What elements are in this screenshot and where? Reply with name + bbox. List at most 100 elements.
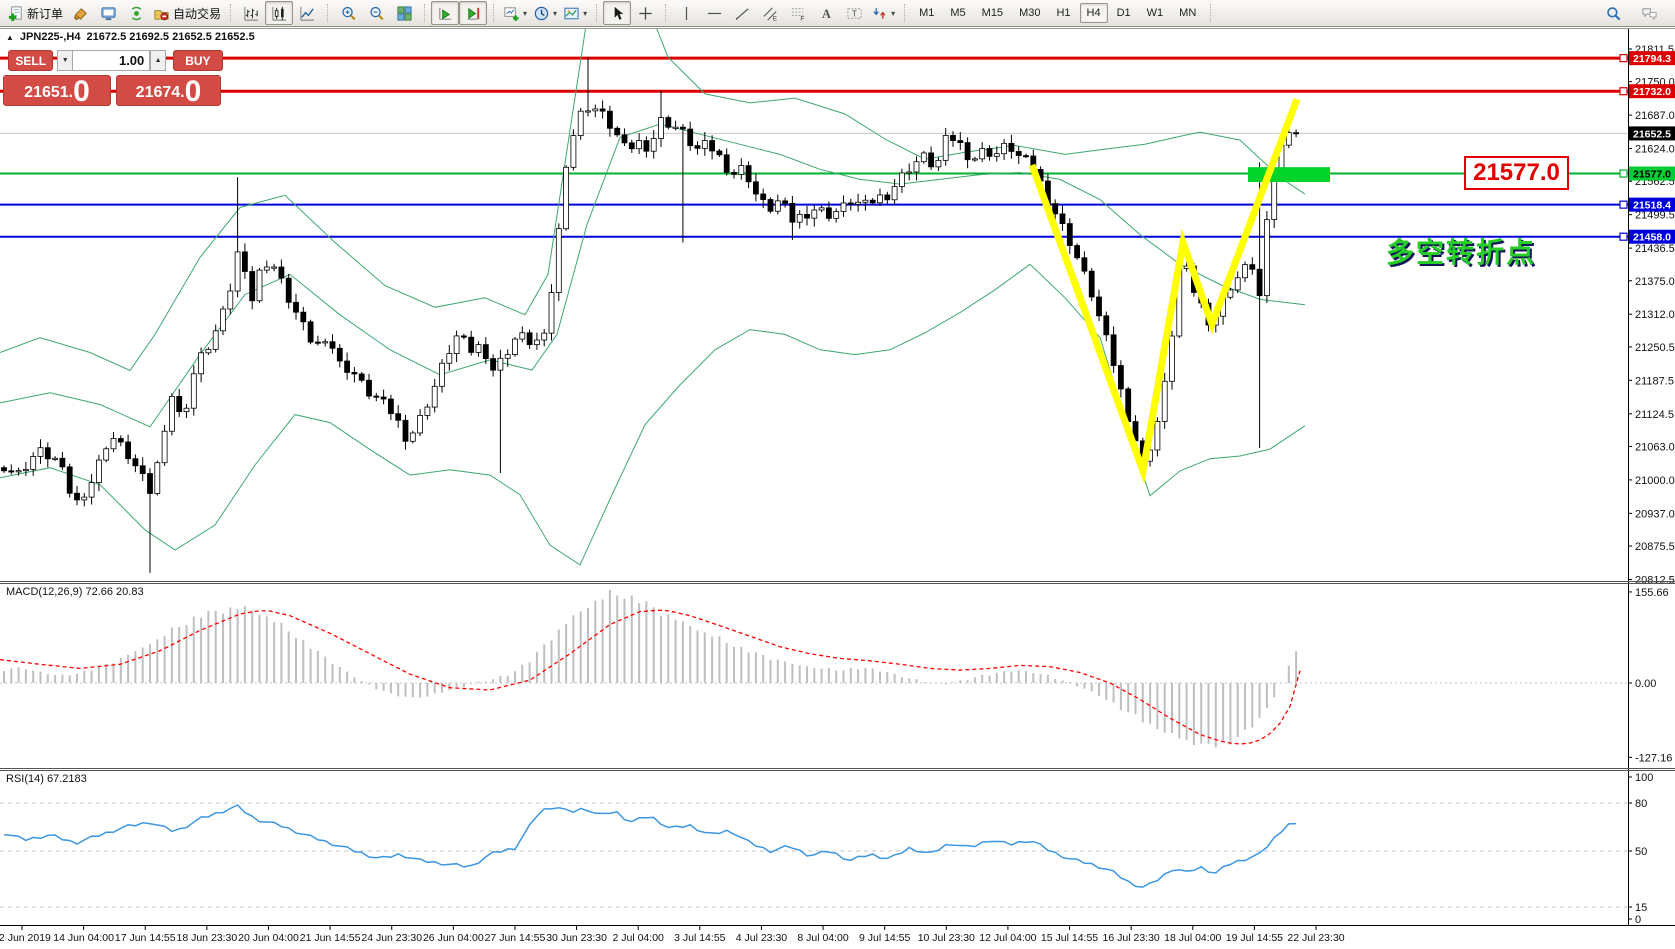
svg-text:21375.0: 21375.0	[1635, 276, 1675, 288]
time-axis-label: 12 Jul 04:00	[979, 932, 1036, 944]
toolbar-chat-button[interactable]	[1635, 1, 1663, 25]
sell-price-pip: 0	[73, 78, 90, 105]
toolbar-auto-scroll-button[interactable]	[431, 1, 459, 25]
toolbar-fibonacci-button[interactable]: F	[784, 1, 812, 25]
svg-text:E: E	[772, 15, 776, 21]
buy-price-main: 21674	[136, 81, 181, 105]
toolbar-text-label-button[interactable]: T	[840, 1, 868, 25]
trend-line-icon	[734, 5, 751, 22]
svg-text:20937.0: 20937.0	[1635, 508, 1675, 520]
timeframe-m5-button[interactable]: M5	[943, 3, 972, 23]
time-axis-label: 9 Jul 14:55	[859, 932, 911, 944]
volume-decrease-button[interactable]: ▼	[57, 50, 72, 71]
toolbar-new-order-button[interactable]: 新订单	[4, 1, 66, 25]
ohlc-values: 21672.5 21692.5 21652.5 21652.5	[86, 31, 254, 43]
sell-price-display[interactable]: 21651.0	[3, 75, 111, 106]
time-axis-label: 18 Jul 04:00	[1164, 932, 1221, 944]
time-axis-label: 8 Jul 04:00	[797, 932, 849, 944]
toolbar-autotrade-button[interactable]: 自动交易	[150, 1, 224, 25]
svg-text:21652.5: 21652.5	[1633, 128, 1671, 140]
arrows-icon	[871, 5, 888, 22]
toolbar-text-button[interactable]: A	[812, 1, 840, 25]
toolbar-horizontal-line-button[interactable]	[700, 1, 728, 25]
time-axis-label: 22 Jul 23:30	[1287, 932, 1344, 944]
timeframe-mn-button[interactable]: MN	[1172, 3, 1203, 23]
toolbar-tile-windows-button[interactable]	[390, 1, 418, 25]
svg-text:0: 0	[1635, 914, 1641, 926]
toolbar-bars-chart-button[interactable]	[237, 1, 265, 25]
zoom-out-icon	[368, 5, 385, 22]
toolbar-button-label: 新订单	[27, 5, 63, 22]
time-axis-label: 4 Jul 23:30	[736, 932, 788, 944]
toolbar-signal-button[interactable]	[122, 1, 150, 25]
price-annotation-box[interactable]: 21577.0	[1464, 156, 1569, 190]
toolbar-periods-button[interactable]: ▾	[530, 1, 560, 25]
candle-chart-icon	[271, 5, 288, 22]
svg-text:100: 100	[1635, 772, 1653, 784]
vertical-line-icon	[678, 5, 695, 22]
toolbar-candle-chart-button[interactable]	[265, 1, 293, 25]
timeframe-h1-button[interactable]: H1	[1049, 3, 1077, 23]
svg-text:21577.0: 21577.0	[1633, 169, 1671, 181]
volume-input[interactable]: 1.00	[72, 50, 150, 71]
toolbar-separator	[596, 4, 597, 22]
toolbar-separator	[327, 4, 328, 22]
new-order-icon	[7, 5, 24, 22]
toolbar-zoom-in-button[interactable]	[334, 1, 362, 25]
buy-button[interactable]: BUY	[173, 50, 223, 71]
svg-text:21458.0: 21458.0	[1633, 232, 1671, 244]
chart-canvas[interactable]: 21811.521750.021687.021624.021562.521499…	[0, 0, 1675, 949]
svg-text:20875.5: 20875.5	[1635, 541, 1675, 553]
toolbar-separator	[904, 4, 905, 22]
time-axis-label: 21 Jun 14:55	[300, 932, 361, 944]
time-axis-label: 26 Jun 04:00	[423, 932, 484, 944]
toolbar-equidistant-channel-button[interactable]: E	[756, 1, 784, 25]
timeframe-m1-button[interactable]: M1	[912, 3, 941, 23]
auto-scroll-icon	[437, 5, 454, 22]
toolbar-zoom-out-button[interactable]	[362, 1, 390, 25]
text-icon: A	[818, 5, 835, 22]
svg-text:A: A	[822, 6, 831, 20]
toolbar-profiles-button[interactable]	[94, 1, 122, 25]
search-icon	[1605, 5, 1622, 22]
svg-text:21124.5: 21124.5	[1635, 409, 1674, 421]
toolbar-crosshair-button[interactable]	[631, 1, 659, 25]
toolbar-cursor-button[interactable]	[603, 1, 631, 25]
chevron-down-icon: ▾	[523, 9, 527, 18]
buy-price-display[interactable]: 21674.0	[116, 75, 221, 106]
equidistant-channel-icon: E	[762, 5, 779, 22]
chevron-down-icon: ▾	[891, 9, 895, 18]
toolbar-chart-shift-button[interactable]	[459, 1, 487, 25]
toolbar-separator	[424, 4, 425, 22]
toolbar-trend-line-button[interactable]	[728, 1, 756, 25]
toolbar-styles-button[interactable]	[66, 1, 94, 25]
toolbar-search-button[interactable]	[1599, 1, 1627, 25]
crosshair-icon	[637, 5, 654, 22]
time-axis-label: 19 Jul 14:55	[1226, 932, 1283, 944]
timeframe-m15-button[interactable]: M15	[975, 3, 1010, 23]
toolbar-vertical-line-button[interactable]	[672, 1, 700, 25]
toolbar-arrows-button[interactable]: ▾	[868, 1, 898, 25]
svg-text:21624.0: 21624.0	[1635, 144, 1675, 156]
time-axis-label: 17 Jun 14:55	[115, 932, 176, 944]
chart-shift-icon	[465, 5, 482, 22]
toolbar-line-chart-button[interactable]	[293, 1, 321, 25]
time-axis-label: 12 Jun 2019	[0, 932, 51, 944]
toolbar-templates-button[interactable]: ▾	[560, 1, 590, 25]
collapse-panel-icon[interactable]: ▲	[6, 33, 14, 42]
timeframe-w1-button[interactable]: W1	[1140, 3, 1171, 23]
svg-text:21000.0: 21000.0	[1635, 475, 1675, 487]
timeframe-m30-button[interactable]: M30	[1012, 3, 1047, 23]
svg-text:21312.0: 21312.0	[1635, 309, 1675, 321]
svg-text:21687.0: 21687.0	[1635, 110, 1675, 122]
periods-icon	[533, 5, 550, 22]
time-axis-label: 24 Jun 23:30	[361, 932, 422, 944]
volume-increase-button[interactable]: ▲	[150, 50, 166, 71]
timeframe-d1-button[interactable]: D1	[1110, 3, 1138, 23]
sell-button[interactable]: SELL	[8, 50, 53, 71]
svg-text:15: 15	[1635, 902, 1647, 914]
svg-text:F: F	[800, 15, 804, 21]
toolbar-new-chart-button[interactable]: ▾	[500, 1, 530, 25]
chevron-down-icon: ▾	[553, 9, 557, 18]
timeframe-h4-button[interactable]: H4	[1080, 3, 1108, 23]
